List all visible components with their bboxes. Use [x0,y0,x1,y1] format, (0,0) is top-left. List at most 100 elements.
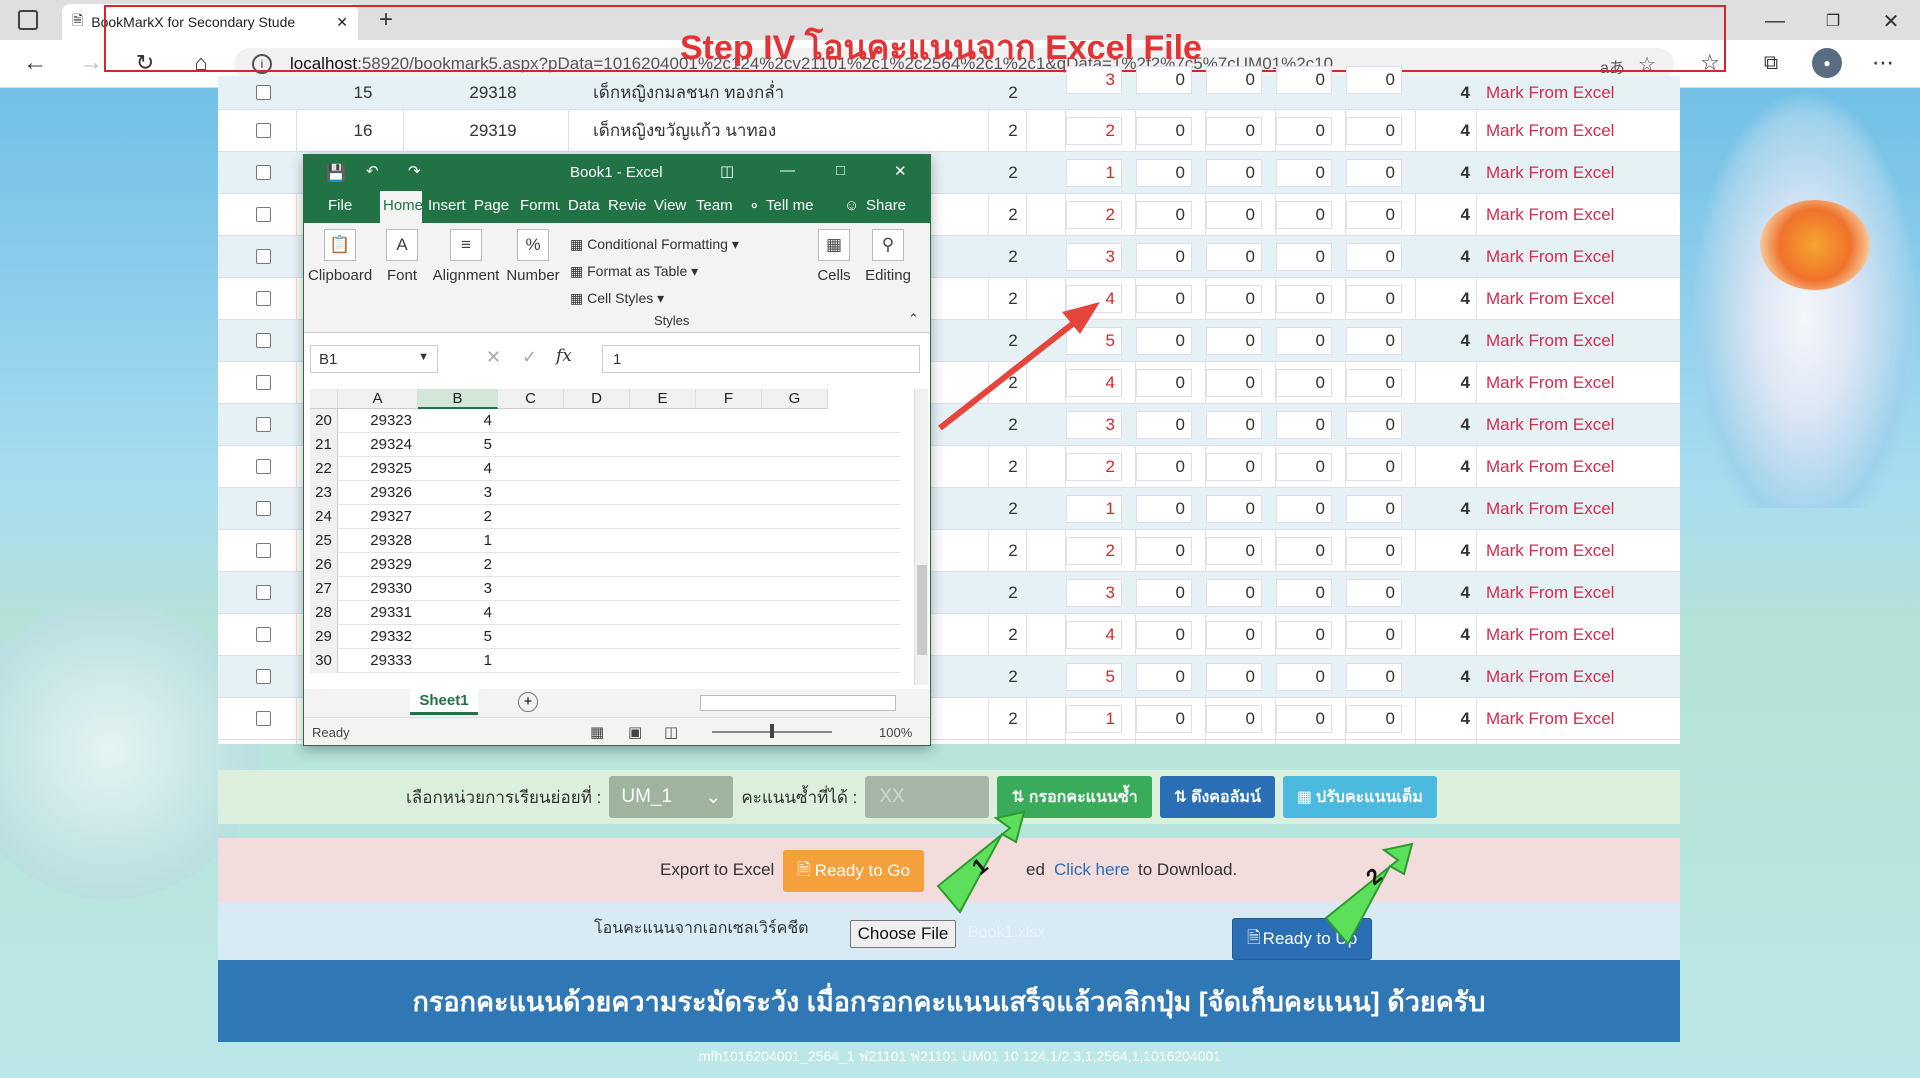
zoom-level[interactable]: 100% [879,725,912,740]
cell-b[interactable]: 3 [418,577,498,601]
name-box-dropdown-icon: ▼ [418,351,429,363]
column-header-d[interactable]: D [564,389,630,409]
redo-icon[interactable]: ↷ [408,162,421,180]
cell-a[interactable]: 29325 [338,457,418,481]
sheet-row: 20 29323 4 [310,409,900,433]
alignment-group[interactable]: ≡ Alignment [430,229,502,284]
cell-a[interactable]: 29326 [338,481,418,505]
excel-window[interactable]: 💾 ↶ ↷ Book1 - Excel ◫ — □ ✕ File Home In… [303,154,931,746]
clipboard-group[interactable]: 📋 Clipboard [308,229,372,284]
row-header[interactable]: 26 [310,553,338,577]
cell-a[interactable]: 29324 [338,433,418,457]
tab-view[interactable]: View [654,197,690,214]
format-as-table-label: Format as Table [587,263,688,279]
sheet-row: 30 29333 1 [310,649,900,673]
zoom-slider-thumb[interactable] [770,724,774,738]
scroll-thumb[interactable] [917,565,927,655]
row-header[interactable]: 22 [310,457,338,481]
excel-restore-icon[interactable]: □ [836,162,845,179]
sheet1-tab[interactable]: Sheet1 [410,689,478,715]
editing-group[interactable]: ⚲ Editing [860,229,916,284]
ribbon-display-icon[interactable]: ◫ [720,162,734,180]
row-header[interactable]: 23 [310,481,338,505]
font-icon: A [386,229,418,261]
cells-group[interactable]: ▦ Cells [810,229,858,284]
excel-close-icon[interactable]: ✕ [894,162,907,180]
share-button[interactable]: Share [866,197,906,214]
normal-view-icon[interactable]: ▦ [590,723,604,741]
cell-a[interactable]: 29329 [338,553,418,577]
select-all-corner[interactable] [310,389,338,409]
cell-b[interactable]: 1 [418,649,498,673]
cell-a[interactable]: 29331 [338,601,418,625]
format-as-table-button[interactable]: ▦ Format as Table ▾ [570,258,739,285]
row-header[interactable]: 25 [310,529,338,553]
cell-b[interactable]: 1 [418,529,498,553]
cell-a[interactable]: 29328 [338,529,418,553]
column-header-e[interactable]: E [630,389,696,409]
column-header-a[interactable]: A [338,389,418,409]
row-header[interactable]: 20 [310,409,338,433]
formula-input[interactable]: 1 [602,345,920,373]
row-header[interactable]: 21 [310,433,338,457]
cell-b[interactable]: 3 [418,481,498,505]
cell-b[interactable]: 2 [418,505,498,529]
cell-a[interactable]: 29333 [338,649,418,673]
editing-label: Editing [865,267,911,284]
cell-b[interactable]: 4 [418,409,498,433]
tab-insert[interactable]: Insert [428,197,470,214]
confirm-formula-icon[interactable]: ✓ [522,347,537,368]
cell-b[interactable]: 5 [418,433,498,457]
tab-home[interactable]: Home [380,191,422,223]
column-header-f[interactable]: F [696,389,762,409]
row-header[interactable]: 28 [310,601,338,625]
column-header-g[interactable]: G [762,389,828,409]
cell-b[interactable]: 2 [418,553,498,577]
formula-bar: B1 ▼ ✕ ✓ fx 1 [304,341,930,377]
cell-b[interactable]: 5 [418,625,498,649]
cell-styles-button[interactable]: ▦ Cell Styles ▾ [570,285,739,312]
tab-data[interactable]: Data [568,197,602,214]
page-break-icon[interactable]: ◫ [664,723,678,741]
cell-a[interactable]: 29330 [338,577,418,601]
row-header[interactable]: 30 [310,649,338,673]
spreadsheet-grid[interactable]: A B C D E F G 20 29323 4 21 29324 5 22 29325 4 23 29326 3 2… [310,389,900,685]
tab-team[interactable]: Team [696,197,736,214]
number-group[interactable]: % Number [504,229,562,284]
cell-a[interactable]: 29332 [338,625,418,649]
green-arrow-2 [1324,842,1414,946]
status-ready: Ready [312,725,350,740]
font-group[interactable]: A Font [380,229,424,284]
font-label: Font [386,267,417,284]
horizontal-scrollbar[interactable] [700,695,896,711]
page-layout-icon[interactable]: ▣ [628,723,642,741]
sheet-row: 26 29329 2 [310,553,900,577]
vertical-scrollbar[interactable] [914,389,928,685]
tab-page[interactable]: Page [474,197,512,214]
tell-me-box[interactable]: Tell me [766,197,814,214]
collapse-ribbon-icon[interactable]: ⌃ [908,311,919,327]
row-header[interactable]: 27 [310,577,338,601]
cell-a[interactable]: 29323 [338,409,418,433]
cell-a[interactable]: 29327 [338,505,418,529]
cell-b[interactable]: 4 [418,457,498,481]
add-sheet-icon[interactable]: + [518,692,538,712]
row-header[interactable]: 29 [310,625,338,649]
name-box-value: B1 [319,351,338,368]
column-header-c[interactable]: C [498,389,564,409]
function-icon[interactable]: fx [556,346,572,366]
cell-b[interactable]: 4 [418,601,498,625]
undo-icon[interactable]: ↶ [366,162,379,180]
save-icon[interactable]: 💾 [326,163,346,183]
excel-minimize-icon[interactable]: — [780,162,795,179]
name-box[interactable]: B1 ▼ [310,345,438,373]
tab-file[interactable]: File [328,197,352,214]
conditional-formatting-button[interactable]: ▦ Conditional Formatting ▾ [570,231,739,258]
column-header-b[interactable]: B [418,389,498,409]
cancel-formula-icon[interactable]: ✕ [486,347,501,368]
excel-status-bar: Ready ▦ ▣ ◫ 100% [304,717,930,745]
tab-formulas[interactable]: Formu [520,197,560,214]
row-header[interactable]: 24 [310,505,338,529]
excel-title: Book1 - Excel [570,164,663,181]
tab-review[interactable]: Revie [608,197,648,214]
